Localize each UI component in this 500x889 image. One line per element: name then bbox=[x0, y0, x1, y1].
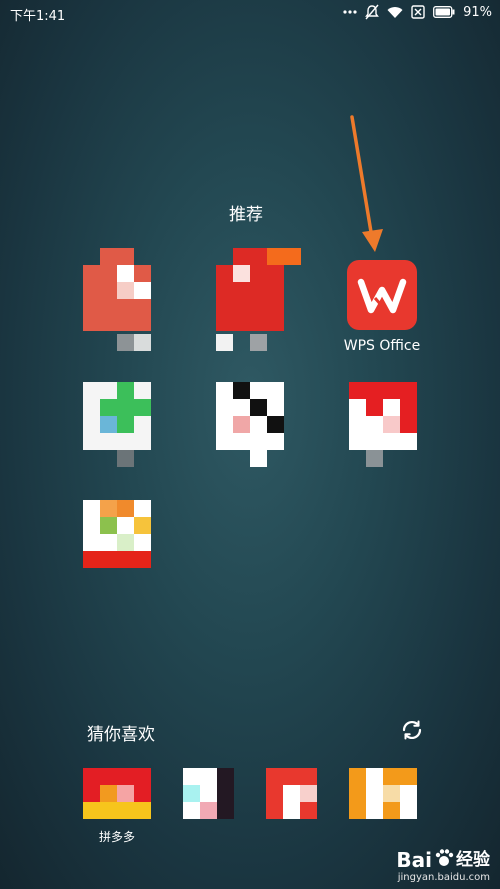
status-icons: 91% bbox=[343, 4, 492, 20]
guess-app-1[interactable] bbox=[83, 768, 151, 819]
guess-title: 猜你喜欢 bbox=[87, 725, 155, 745]
mute-icon bbox=[365, 4, 379, 20]
recommend-title: 推荐 bbox=[229, 205, 263, 225]
watermark-logo: Bai bbox=[396, 848, 432, 872]
sim-off-icon bbox=[411, 5, 425, 19]
paw-icon bbox=[434, 848, 454, 872]
watermark-logo-tail: 经验 bbox=[456, 850, 490, 870]
recommend-app-5[interactable] bbox=[216, 382, 284, 467]
wps-office-label: WPS Office bbox=[343, 338, 421, 354]
recommend-app-7[interactable] bbox=[83, 500, 153, 568]
battery-icon bbox=[433, 6, 455, 18]
refresh-icon[interactable] bbox=[400, 718, 424, 742]
recommend-app-1[interactable] bbox=[83, 248, 151, 352]
guess-app-4[interactable] bbox=[349, 768, 417, 819]
wps-office-icon[interactable] bbox=[347, 260, 417, 330]
recommend-app-6[interactable] bbox=[349, 382, 417, 467]
guess-app-1-label: 拼多多 bbox=[98, 830, 135, 844]
dots-icon bbox=[343, 9, 357, 15]
wifi-icon bbox=[387, 6, 403, 19]
status-time: 下午1:41 bbox=[10, 9, 66, 24]
baidu-jingyan-watermark: Bai 经验 jingyan.baidu.com bbox=[396, 848, 490, 883]
recommend-app-2[interactable] bbox=[216, 248, 301, 352]
battery-percent: 91% bbox=[463, 4, 492, 20]
guess-app-3[interactable] bbox=[266, 768, 317, 819]
guess-app-2[interactable] bbox=[183, 768, 234, 819]
recommend-app-4[interactable] bbox=[83, 382, 151, 467]
watermark-url: jingyan.baidu.com bbox=[397, 872, 490, 883]
status-bar: 下午1:41 91% bbox=[0, 0, 500, 28]
